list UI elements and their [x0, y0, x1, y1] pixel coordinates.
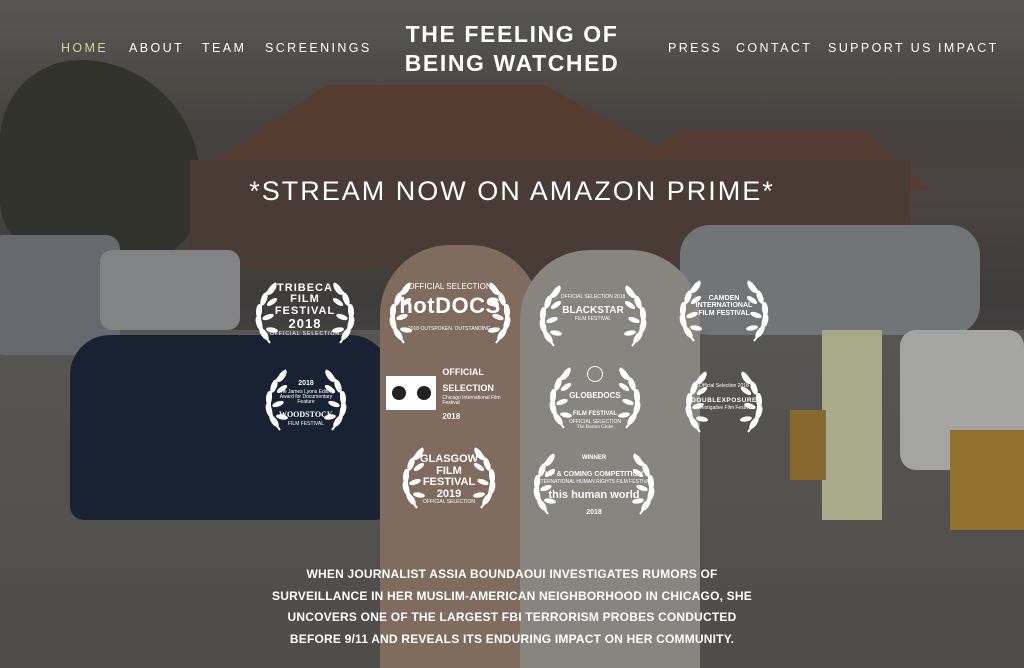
tribeca-l3: FESTIVAL — [274, 304, 336, 317]
glasgow-l2: FILM — [436, 464, 462, 477]
nav-about[interactable]: ABOUT — [129, 41, 184, 55]
woodstock-note: The James Lyons Editing Award for Docume… — [278, 388, 334, 405]
tribeca-year: 2018 — [288, 316, 322, 332]
doublexposure-name: DOUBLEXPOSURE — [691, 396, 757, 404]
camden-l1: CAMDEN — [708, 294, 740, 302]
nav-impact[interactable]: IMPACT — [938, 41, 999, 55]
tribeca-note: OFFICIAL SELECTION — [269, 330, 341, 337]
camden-l3: FILM FESTIVAL — [698, 309, 750, 317]
glasgow-note: OFFICIAL SELECTION — [422, 499, 476, 506]
doublexposure-top: Official Selection 2018 — [699, 383, 749, 390]
glasgow-l3: FESTIVAL — [422, 476, 476, 489]
chicago-year: 2018 — [442, 411, 461, 421]
tribeca-l1: TRIBECA — [277, 281, 333, 294]
laurel-hotdocs: OFFICIAL SELECTION hotDOCS 2018 OUTSPOKE… — [380, 275, 520, 344]
blackstar-sub: FILM FESTIVAL — [574, 316, 612, 323]
site-title-line2: BEING WATCHED — [404, 50, 620, 76]
woodstock-sub: FILM FESTIVAL — [287, 421, 325, 428]
laurel-this-human-world: WINNER UP & COMING COMPETITION INTERNATI… — [524, 446, 664, 520]
doublexposure-sub: Investigative Film Festival — [695, 405, 753, 412]
stream-banner[interactable]: *STREAM NOW ON AMAZON PRIME* — [0, 176, 1024, 207]
laurel-blackstar: OFFICIAL SELECTION 2018 BLACKSTAR FILM F… — [530, 278, 656, 347]
tribeca-l2: FILM — [290, 293, 320, 306]
blackstar-top: OFFICIAL SELECTION 2018 — [560, 294, 626, 301]
nav-press[interactable]: PRESS — [668, 41, 722, 55]
woodstock-name: WOODSTOCK — [278, 410, 334, 420]
nav-screenings[interactable]: SCREENINGS — [265, 41, 372, 55]
nav-contact[interactable]: CONTACT — [736, 41, 812, 55]
hotdocs-top: OFFICIAL SELECTION — [408, 282, 492, 292]
site-title[interactable]: THE FEELING OF BEING WATCHED — [400, 20, 624, 78]
thw-top: WINNER — [581, 454, 607, 461]
globedocs-sub: FILM FESTIVAL — [572, 411, 618, 418]
chicago-logo-icon — [386, 376, 437, 410]
thw-pre: INTERNATIONAL HUMAN RIGHTS FILM FESTIVAL — [535, 479, 653, 486]
laurel-globedocs: GLOBEDOCS FILM FESTIVAL OFFICIAL SELECTI… — [540, 360, 650, 436]
nav-home[interactable]: HOME — [61, 41, 108, 55]
thw-name: this human world — [548, 488, 640, 501]
laurel-doublexposure: Official Selection 2018 DOUBLEXPOSURE In… — [676, 364, 772, 433]
globedocs-name: GLOBEDOCS — [569, 391, 621, 401]
film-description: WHEN JOURNALIST ASSIA BOUNDAOUI INVESTIG… — [272, 567, 752, 646]
laurel-woodstock: 2018 The James Lyons Editing Award for D… — [256, 362, 356, 438]
laurel-tribeca: TRIBECA FILM FESTIVAL 2018 OFFICIAL SELE… — [246, 275, 364, 345]
hotdocs-name: hotDOCS — [399, 293, 501, 319]
laurel-camden: CAMDEN INTERNATIONAL FILM FESTIVAL — [670, 273, 778, 342]
glasgow-year: 2019 — [436, 487, 462, 500]
laurel-chicago: OFFICIAL SELECTION Chicago International… — [386, 367, 514, 420]
chicago-l3: Chicago International Film Festival — [442, 395, 501, 407]
nav-support-us[interactable]: SUPPORT US — [828, 41, 933, 55]
glasgow-l1: GLASGOW — [419, 453, 479, 466]
site-title-line1: THE FEELING OF — [405, 21, 619, 47]
thw-year: 2018 — [586, 509, 602, 517]
woodstock-year: 2018 — [298, 379, 314, 387]
globe-icon — [586, 365, 603, 382]
blackstar-name: BLACKSTAR — [562, 304, 624, 316]
globedocs-paper: The Boston Globe — [576, 425, 614, 431]
hotdocs-sub: 2018 OUTSPOKEN. OUTSTANDING. — [407, 325, 493, 332]
chicago-l1: OFFICIAL — [442, 366, 484, 377]
nav-team[interactable]: TEAM — [202, 41, 246, 55]
camden-l2: INTERNATIONAL — [695, 302, 753, 310]
chicago-l2: SELECTION — [442, 383, 494, 394]
laurel-glasgow: GLASGOW FILM FESTIVAL 2019 OFFICIAL SELE… — [393, 440, 505, 520]
thw-award: UP & COMING COMPETITION — [545, 470, 643, 478]
